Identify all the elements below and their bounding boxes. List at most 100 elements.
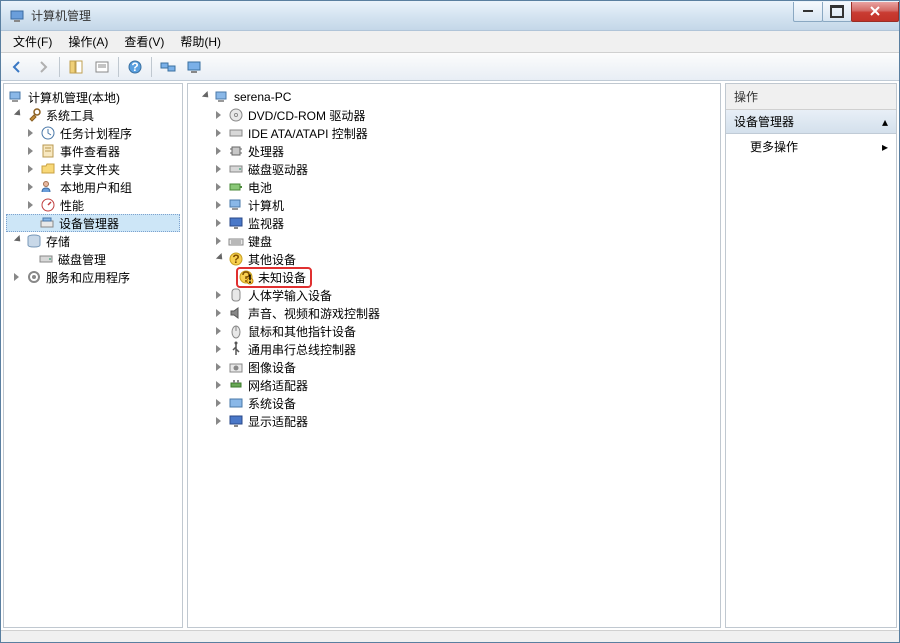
device-usb[interactable]: 通用串行总线控制器	[190, 340, 718, 358]
window-controls	[794, 2, 899, 24]
tree-services-apps[interactable]: 服务和应用程序	[6, 268, 180, 286]
expander-icon[interactable]	[214, 343, 226, 355]
minimize-button[interactable]	[793, 2, 823, 22]
actions-sub-header[interactable]: 设备管理器 ▴	[726, 110, 896, 134]
expander-icon[interactable]	[214, 163, 226, 175]
device-sound[interactable]: 声音、视频和游戏控制器	[190, 304, 718, 322]
tree-performance[interactable]: 性能	[6, 196, 180, 214]
device-ide[interactable]: IDE ATA/ATAPI 控制器	[190, 124, 718, 142]
imaging-icon	[228, 359, 244, 375]
expander-icon[interactable]	[214, 199, 226, 211]
keyboard-icon	[228, 233, 244, 249]
device-network[interactable]: 网络适配器	[190, 376, 718, 394]
expander-icon[interactable]	[214, 127, 226, 139]
close-button[interactable]	[851, 2, 899, 22]
device-battery[interactable]: 电池	[190, 178, 718, 196]
expander-icon[interactable]	[26, 181, 38, 193]
expander-icon[interactable]	[214, 253, 226, 265]
window-title: 计算机管理	[31, 7, 794, 24]
menu-help[interactable]: 帮助(H)	[172, 31, 229, 52]
other-devices-icon: ?	[228, 251, 244, 267]
chevron-right-icon: ▸	[882, 140, 888, 154]
maximize-button[interactable]	[822, 2, 852, 22]
actions-sub-label: 设备管理器	[734, 113, 794, 130]
device-computer[interactable]: 计算机	[190, 196, 718, 214]
device-other[interactable]: ?其他设备	[190, 250, 718, 268]
expander-icon[interactable]	[12, 271, 24, 283]
console-tree[interactable]: 计算机管理(本地) 系统工具 任务计划程序	[4, 84, 182, 290]
expander-icon[interactable]	[214, 145, 226, 157]
window: 计算机管理 文件(F) 操作(A) 查看(V) 帮助(H) ?	[0, 0, 900, 643]
device-manager-icon	[39, 215, 55, 231]
tree-shared-folders[interactable]: 共享文件夹	[6, 160, 180, 178]
expander-icon[interactable]	[26, 163, 38, 175]
tree-root-computer-management[interactable]: 计算机管理(本地)	[6, 88, 180, 106]
show-hide-tree-button[interactable]	[64, 55, 88, 79]
menu-view[interactable]: 查看(V)	[116, 31, 172, 52]
mouse-icon	[228, 323, 244, 339]
users-icon	[40, 179, 56, 195]
device-keyboard[interactable]: 键盘	[190, 232, 718, 250]
expander-icon[interactable]	[200, 91, 212, 103]
expander-icon[interactable]	[214, 235, 226, 247]
tree-system-tools[interactable]: 系统工具	[6, 106, 180, 124]
actions-pane: 操作 设备管理器 ▴ 更多操作 ▸	[725, 83, 897, 628]
expander-icon[interactable]	[214, 361, 226, 373]
expander-icon[interactable]	[214, 217, 226, 229]
battery-icon	[228, 179, 244, 195]
expander-icon[interactable]	[26, 199, 38, 211]
storage-icon	[26, 233, 42, 249]
expander-icon[interactable]	[26, 127, 38, 139]
actions-more-label: 更多操作	[750, 138, 798, 155]
expander-icon[interactable]	[214, 397, 226, 409]
help-button[interactable]: ?	[123, 55, 147, 79]
nav-forward-button[interactable]	[31, 55, 55, 79]
device-hid[interactable]: 人体学输入设备	[190, 286, 718, 304]
tree-disk-management[interactable]: 磁盘管理	[6, 250, 180, 268]
device-dvd[interactable]: DVD/CD-ROM 驱动器	[190, 106, 718, 124]
device-mouse[interactable]: 鼠标和其他指针设备	[190, 322, 718, 340]
device-system[interactable]: 系统设备	[190, 394, 718, 412]
expander-icon[interactable]	[214, 289, 226, 301]
expander-icon[interactable]	[214, 181, 226, 193]
expander-icon[interactable]	[214, 415, 226, 427]
device-monitor[interactable]: 监视器	[190, 214, 718, 232]
expander-icon[interactable]	[12, 109, 24, 121]
disk-mgmt-icon	[38, 251, 54, 267]
display-adapter-icon	[228, 413, 244, 429]
actions-more[interactable]: 更多操作 ▸	[726, 134, 896, 159]
expander-icon[interactable]	[214, 325, 226, 337]
system-icon	[228, 395, 244, 411]
tree-storage[interactable]: 存储	[6, 232, 180, 250]
expander-icon[interactable]	[12, 235, 24, 247]
statusbar	[1, 630, 899, 642]
properties-button[interactable]	[90, 55, 114, 79]
device-imaging[interactable]: 图像设备	[190, 358, 718, 376]
tree-local-users[interactable]: 本地用户和组	[6, 178, 180, 196]
toolbar-separator	[151, 57, 152, 77]
toolbar-separator	[118, 57, 119, 77]
device-unknown[interactable]: ! 未知设备	[190, 268, 718, 286]
device-tree[interactable]: serena-PC DVD/CD-ROM 驱动器 IDE ATA/ATAPI 控…	[188, 84, 720, 434]
expander-icon[interactable]	[214, 379, 226, 391]
menu-file[interactable]: 文件(F)	[5, 31, 60, 52]
menu-action[interactable]: 操作(A)	[60, 31, 116, 52]
view-computers-button[interactable]	[156, 55, 180, 79]
view-devices-button[interactable]	[182, 55, 206, 79]
expander-icon[interactable]	[214, 109, 226, 121]
tree-event-viewer[interactable]: 事件查看器	[6, 142, 180, 160]
nav-back-button[interactable]	[5, 55, 29, 79]
device-display[interactable]: 显示适配器	[190, 412, 718, 430]
network-icon	[228, 377, 244, 393]
device-root[interactable]: serena-PC	[190, 88, 718, 106]
console-tree-pane: 计算机管理(本地) 系统工具 任务计划程序	[3, 83, 183, 628]
clock-icon	[40, 125, 56, 141]
tree-task-scheduler[interactable]: 任务计划程序	[6, 124, 180, 142]
tree-device-manager[interactable]: 设备管理器	[6, 214, 180, 232]
expander-icon[interactable]	[26, 145, 38, 157]
device-disk[interactable]: 磁盘驱动器	[190, 160, 718, 178]
toolbar: ?	[1, 53, 899, 81]
expander-icon[interactable]	[214, 307, 226, 319]
device-cpu[interactable]: 处理器	[190, 142, 718, 160]
svg-text:!: !	[248, 272, 252, 285]
